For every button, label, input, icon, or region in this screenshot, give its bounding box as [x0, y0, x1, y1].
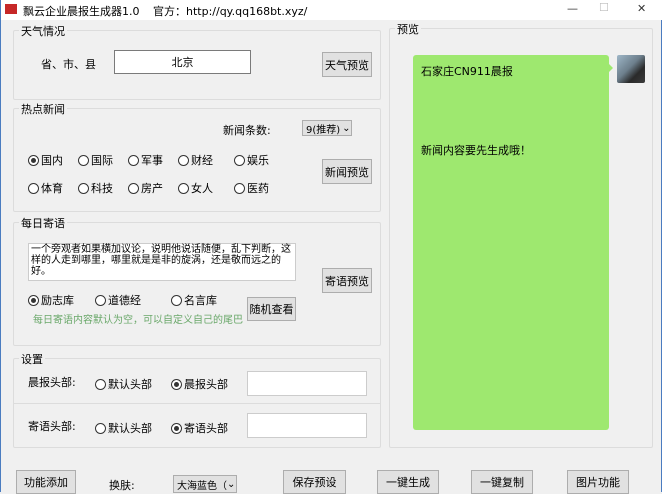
news-category-radio[interactable]: 女人 [178, 180, 213, 196]
radio-label: 默认头部 [108, 378, 152, 391]
random-view-button[interactable]: 随机查看 [247, 297, 296, 321]
radio-circle-icon [95, 294, 106, 306]
radio-label: 晨报头部 [184, 378, 228, 391]
skin-label: 换肤: [109, 479, 135, 492]
radio-label: 娱乐 [247, 154, 269, 167]
app-icon [5, 4, 17, 14]
quote-hint: 每日寄语内容默认为空，可以自定义自己的尾巴 [33, 315, 243, 326]
quote-textarea[interactable]: 一个旁观者如果横加议论，说明他说话随便，乱下判断，这样的人走到哪里，哪里就是是非… [28, 243, 296, 281]
radio-label: 默认头部 [108, 422, 152, 435]
preview-line-2: 新闻内容要先生成哦！ [421, 144, 531, 157]
location-value: 北京 [171, 56, 194, 69]
preview-line-1: 石家庄CN911晨报 [421, 65, 513, 78]
radio-circle-icon [95, 378, 106, 390]
quote-source-radio[interactable]: 励志库 [28, 292, 74, 308]
custom-header-radio[interactable]: 寄语头部 [171, 420, 228, 436]
radio-circle-icon [128, 182, 139, 194]
radio-circle-icon [171, 294, 182, 306]
news-category-radio[interactable]: 医药 [234, 180, 269, 196]
location-input[interactable]: 北京 [114, 50, 251, 74]
radio-label: 道德经 [108, 294, 141, 307]
preview-title: 预览 [395, 21, 421, 37]
chevron-down-icon: ⌄ [342, 122, 351, 134]
custom-header-radio[interactable]: 晨报头部 [171, 376, 228, 392]
radio-circle-icon [28, 154, 39, 166]
default-header-radio[interactable]: 默认头部 [95, 376, 152, 392]
radio-label: 国际 [91, 154, 113, 167]
weather-preview-button[interactable]: 天气预览 [322, 52, 372, 77]
radio-circle-icon [234, 182, 245, 194]
radio-circle-icon [78, 182, 89, 194]
image-feature-button[interactable]: 图片功能 [567, 470, 629, 494]
skin-select[interactable]: 大海蓝色（ ⌄ [173, 475, 237, 493]
quote-preview-button[interactable]: 寄语预览 [322, 268, 372, 293]
radio-label: 女人 [191, 182, 213, 195]
header-text-input[interactable] [247, 371, 367, 396]
radio-label: 励志库 [41, 294, 74, 307]
radio-circle-icon [171, 378, 182, 390]
news-title: 热点新闻 [19, 101, 67, 117]
quote-title: 每日寄语 [19, 215, 67, 231]
news-category-radio[interactable]: 国内 [28, 152, 63, 168]
message-bubble: 石家庄CN911晨报 新闻内容要先生成哦！ [413, 55, 609, 430]
title-bar: 飘云企业晨报生成器1.0 官方：http://qy.qq168bt.xyz/ —… [1, 0, 662, 20]
quote-source-radio[interactable]: 道德经 [95, 292, 141, 308]
generate-button[interactable]: 一键生成 [377, 470, 439, 494]
radio-circle-icon [234, 154, 245, 166]
divider [14, 403, 380, 404]
news-count-label: 新闻条数: [223, 124, 271, 137]
radio-label: 寄语头部 [184, 422, 228, 435]
settings-title: 设置 [19, 351, 45, 367]
news-preview-button[interactable]: 新闻预览 [322, 159, 372, 184]
radio-circle-icon [178, 154, 189, 166]
radio-circle-icon [178, 182, 189, 194]
radio-circle-icon [28, 294, 39, 306]
default-header-radio[interactable]: 默认头部 [95, 420, 152, 436]
news-category-radio[interactable]: 娱乐 [234, 152, 269, 168]
news-category-radio[interactable]: 科技 [78, 180, 113, 196]
header-text-input[interactable] [247, 413, 367, 438]
news-count-select[interactable]: 9(推荐) ⌄ [302, 120, 352, 136]
radio-label: 房产 [141, 182, 163, 195]
bubble-tail [609, 64, 613, 72]
news-category-radio[interactable]: 国际 [78, 152, 113, 168]
setting-label: 晨报头部: [28, 376, 76, 389]
avatar [617, 55, 645, 83]
radio-label: 医药 [247, 182, 269, 195]
weather-title: 天气情况 [19, 23, 67, 39]
news-count-value: 9(推荐) [306, 124, 341, 136]
setting-label: 寄语头部: [28, 420, 76, 433]
official-site: 官方：http://qy.qq168bt.xyz/ [153, 5, 308, 18]
radio-label: 国内 [41, 154, 63, 167]
radio-label: 体育 [41, 182, 63, 195]
close-button[interactable]: ✕ [637, 2, 646, 15]
copy-button[interactable]: 一键复制 [471, 470, 533, 494]
maximize-button[interactable]: ☐ [599, 1, 609, 14]
chevron-down-icon: ⌄ [227, 478, 236, 490]
quote-text: 一个旁观者如果横加议论，说明他说话随便，乱下判断，这样的人走到哪里，哪里就是是非… [31, 244, 291, 277]
add-feature-button[interactable]: 功能添加 [16, 470, 76, 494]
radio-circle-icon [128, 154, 139, 166]
skin-value: 大海蓝色（ [177, 480, 227, 492]
radio-label: 名言库 [184, 294, 217, 307]
radio-label: 科技 [91, 182, 113, 195]
radio-circle-icon [95, 422, 106, 434]
save-preset-button[interactable]: 保存预设 [283, 470, 346, 494]
radio-label: 财经 [191, 154, 213, 167]
radio-circle-icon [171, 422, 182, 434]
window-title: 飘云企业晨报生成器1.0 [23, 5, 140, 18]
radio-circle-icon [28, 182, 39, 194]
radio-circle-icon [78, 154, 89, 166]
location-label: 省、市、县 [41, 58, 96, 71]
radio-label: 军事 [141, 154, 163, 167]
news-category-radio[interactable]: 体育 [28, 180, 63, 196]
news-category-radio[interactable]: 财经 [178, 152, 213, 168]
news-category-radio[interactable]: 军事 [128, 152, 163, 168]
news-category-radio[interactable]: 房产 [128, 180, 163, 196]
minimize-button[interactable]: — [567, 2, 578, 15]
quote-source-radio[interactable]: 名言库 [171, 292, 217, 308]
